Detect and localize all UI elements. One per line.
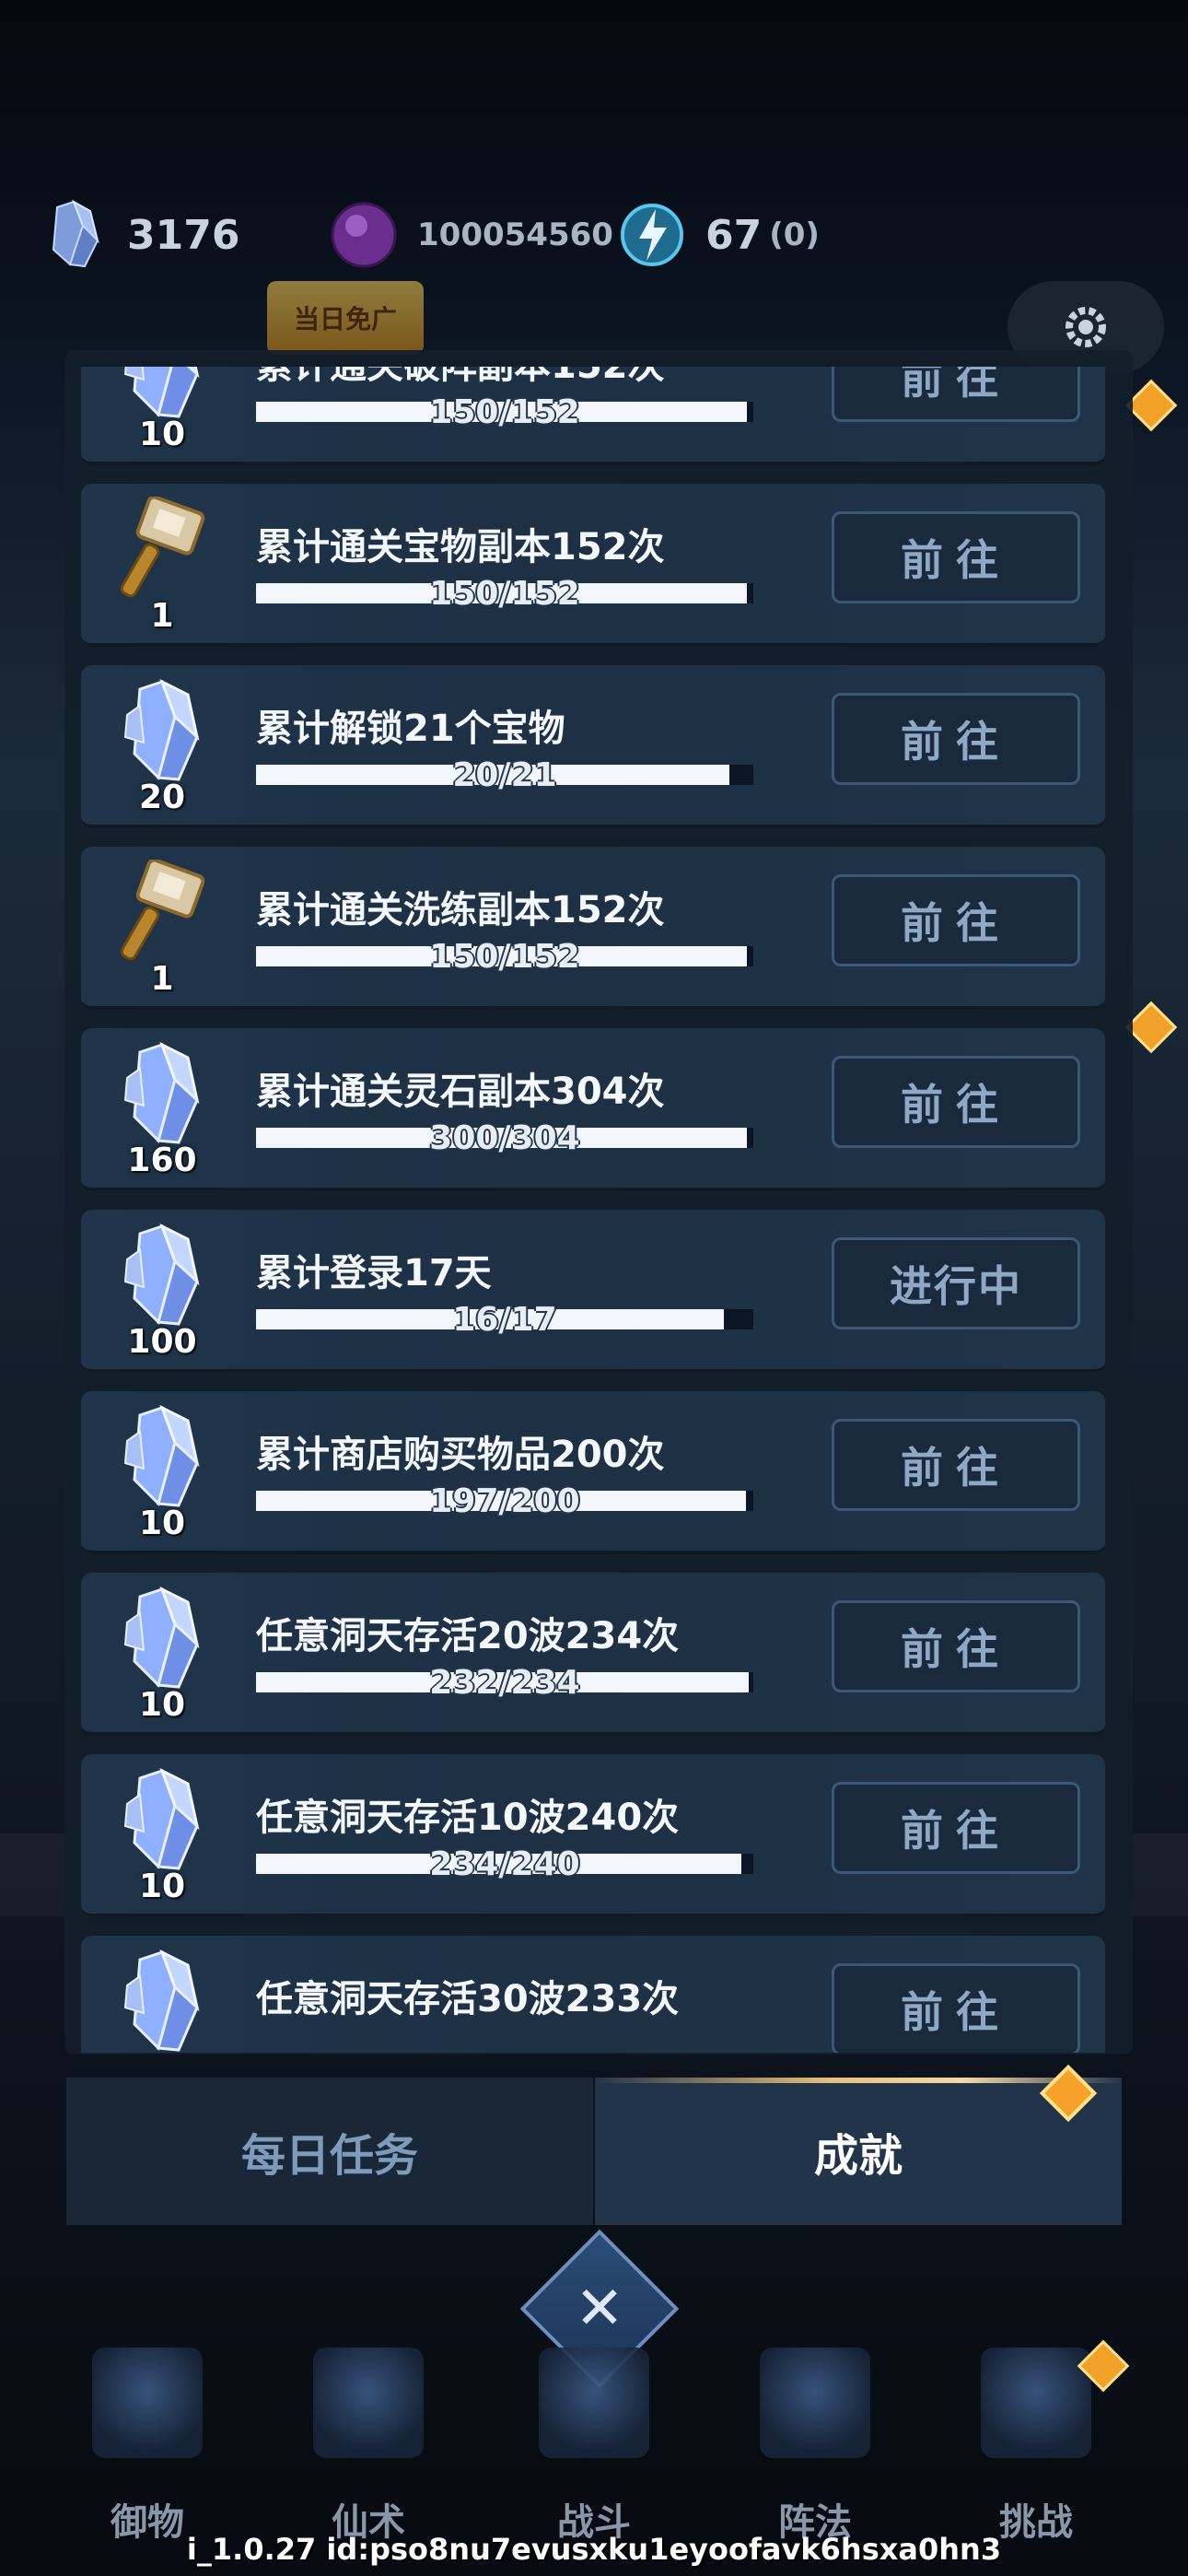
tab-daily-tasks[interactable]: 每日任务 xyxy=(66,2078,593,2225)
progress-text: 234/240 xyxy=(429,1845,580,1883)
achievement-row: 10 累计商店购买物品200次 197/200 前往 xyxy=(81,1391,1105,1554)
nav-item[interactable]: 战斗 xyxy=(502,2340,686,2547)
achievement-row: 1 累计通关宝物副本152次 150/152 前往 xyxy=(81,484,1105,647)
reward-slot: 1 xyxy=(107,860,217,998)
go-button[interactable]: 前往 xyxy=(832,693,1080,785)
achievement-row: 10 累计通关破阵副本152次 150/152 前往 xyxy=(81,367,1105,465)
energy-icon xyxy=(621,204,683,266)
achievement-row: 任意洞天存活30波233次 前往 xyxy=(81,1936,1105,2053)
achievement-row: 20 累计解锁21个宝物 20/21 前往 xyxy=(81,665,1105,828)
crystal-icon xyxy=(123,1767,200,1870)
gear-icon xyxy=(1066,307,1106,347)
energy-extra: (0) xyxy=(769,217,820,253)
reward-slot: 20 xyxy=(107,678,217,816)
achievement-title: 累计解锁21个宝物 xyxy=(256,708,565,750)
achievement-title: 累计通关破阵副本152次 xyxy=(256,367,665,389)
crystal-icon xyxy=(123,1223,200,1326)
go-button[interactable]: 前往 xyxy=(832,511,1080,603)
nav-item[interactable]: 阵法 xyxy=(723,2340,907,2547)
card-icon xyxy=(313,2348,424,2458)
crystal-icon xyxy=(123,1041,200,1144)
achievement-row: 100 累计登录17天 16/17 进行中 xyxy=(81,1210,1105,1373)
progress-text: 150/152 xyxy=(429,938,580,976)
crystal-icon xyxy=(123,1404,200,1507)
progress-text: 16/17 xyxy=(452,1301,557,1339)
progress-text: 300/304 xyxy=(429,1119,580,1157)
task-tabs: 每日任务 成就 xyxy=(66,2078,1122,2225)
go-button[interactable]: 前往 xyxy=(832,1782,1080,1874)
tab-achievements[interactable]: 成就 xyxy=(595,2078,1122,2225)
crystal-currency: 3176 xyxy=(37,180,239,290)
reward-count: 10 xyxy=(138,1505,186,1542)
go-button[interactable]: 前往 xyxy=(832,1963,1080,2053)
achievement-title: 任意洞天存活10波240次 xyxy=(256,1797,680,1839)
in-progress-button[interactable]: 进行中 xyxy=(832,1237,1080,1329)
bottom-nav: 御物 仙术 战斗 阵法 挑战 xyxy=(0,2340,1188,2547)
reward-count: 10 xyxy=(138,416,186,453)
achievement-row: 1 累计通关洗练副本152次 150/152 前往 xyxy=(81,847,1105,1010)
swords-icon xyxy=(92,2348,203,2458)
ad-free-badge[interactable]: 当日免广 xyxy=(267,281,424,355)
crystal-icon xyxy=(52,199,99,268)
active-tab-indicator xyxy=(595,2078,1122,2083)
crystal-amount: 3176 xyxy=(127,211,240,259)
currency-bar: 3176 100054560 67 (0) xyxy=(0,180,1188,290)
tab-achievements-label: 成就 xyxy=(813,2130,903,2182)
challenge-icon xyxy=(981,2348,1091,2458)
reward-slot: 10 xyxy=(107,367,217,453)
energy-amount: 67 xyxy=(705,211,763,259)
progress-text: 150/152 xyxy=(429,393,580,431)
progress-text: 20/21 xyxy=(452,756,557,794)
reward-count: 1 xyxy=(150,960,174,998)
reward-slot: 160 xyxy=(107,1041,217,1179)
reward-slot: 10 xyxy=(107,1767,217,1905)
energy-currency: 67 (0) xyxy=(615,180,820,290)
crossed-swords-icon xyxy=(539,2348,649,2458)
achievement-row: 160 累计通关灵石副本304次 300/304 前往 xyxy=(81,1028,1105,1191)
progress-text: 197/200 xyxy=(429,1482,580,1520)
reward-slot: 1 xyxy=(107,497,217,635)
reward-count: 160 xyxy=(127,1142,197,1179)
reward-slot: 100 xyxy=(107,1223,217,1361)
go-button[interactable]: 前往 xyxy=(832,1056,1080,1148)
orb-amount: 100054560 xyxy=(417,217,613,253)
reward-slot: 10 xyxy=(107,1404,217,1542)
reward-count: 100 xyxy=(127,1323,197,1361)
formation-icon xyxy=(760,2348,870,2458)
achievement-row: 10 任意洞天存活10波240次 234/240 前往 xyxy=(81,1754,1105,1917)
go-button[interactable]: 前往 xyxy=(832,874,1080,966)
achievement-title: 累计商店购买物品200次 xyxy=(256,1434,665,1476)
go-button[interactable]: 前往 xyxy=(832,1600,1080,1692)
hammer-icon xyxy=(120,497,205,598)
reward-slot xyxy=(107,1949,217,2053)
progress-text: 150/152 xyxy=(429,575,580,613)
orb-currency: 100054560 xyxy=(327,180,613,290)
orb-icon xyxy=(331,202,397,268)
progress-text: 232/234 xyxy=(429,1664,580,1702)
version-string: i_1.0.27 id:pso8nu7evusxku1eyoofavk6hsxa… xyxy=(186,2532,1002,2567)
achievement-title: 累计通关宝物副本152次 xyxy=(256,526,665,568)
crystal-icon xyxy=(123,1949,200,2052)
go-button[interactable]: 前往 xyxy=(832,367,1080,422)
achievement-title: 累计登录17天 xyxy=(256,1252,492,1294)
achievement-row: 10 任意洞天存活20波234次 232/234 前往 xyxy=(81,1573,1105,1736)
achievement-title: 任意洞天存活20波234次 xyxy=(256,1615,680,1657)
achievement-list[interactable]: 10 累计通关破阵副本152次 150/152 前往 1 累计通关宝物副本152次 150/… xyxy=(81,367,1105,2053)
nav-item[interactable]: 御物 xyxy=(55,2340,239,2547)
notification-diamond-icon xyxy=(1124,379,1178,432)
crystal-icon xyxy=(123,678,200,781)
achievement-title: 任意洞天存活30波233次 xyxy=(256,1978,680,2020)
hammer-icon xyxy=(120,860,205,961)
go-button[interactable]: 前往 xyxy=(832,1419,1080,1511)
reward-count: 1 xyxy=(150,597,174,635)
reward-count: 10 xyxy=(138,1868,186,1905)
notification-diamond-icon xyxy=(1124,1001,1178,1054)
reward-count: 10 xyxy=(138,1686,186,1724)
crystal-icon xyxy=(123,1586,200,1689)
achievement-title: 累计通关灵石副本304次 xyxy=(256,1071,665,1113)
achievement-title: 累计通关洗练副本152次 xyxy=(256,889,665,931)
nav-item[interactable]: 仙术 xyxy=(276,2340,460,2547)
reward-slot: 10 xyxy=(107,1586,217,1724)
reward-count: 20 xyxy=(138,779,186,816)
